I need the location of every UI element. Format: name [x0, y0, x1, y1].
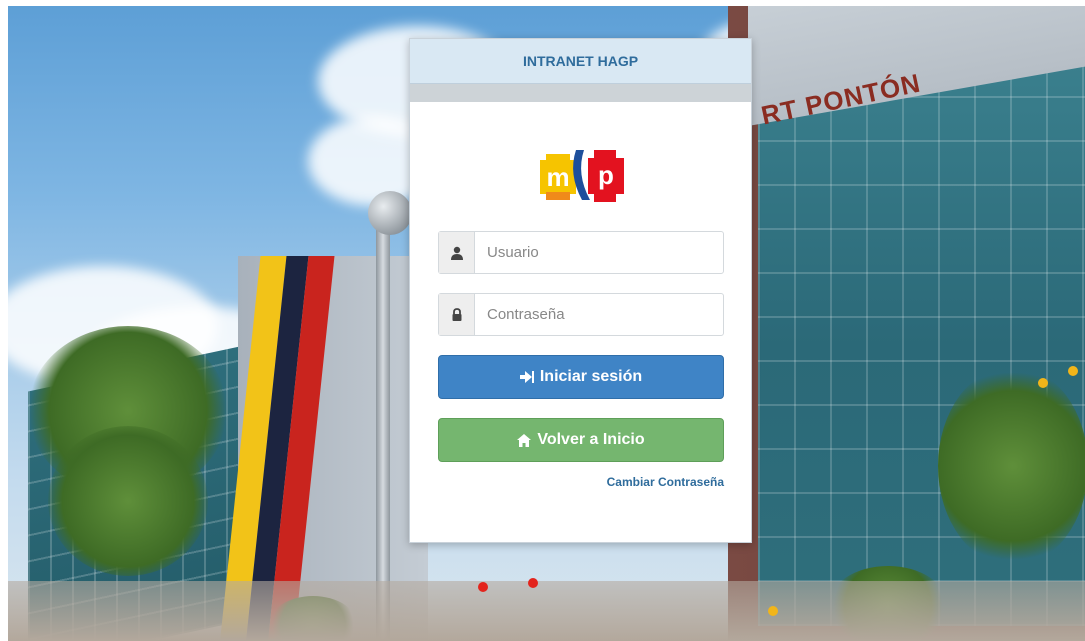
lamp-globe — [368, 191, 412, 235]
flower — [528, 578, 538, 588]
flower — [478, 582, 488, 592]
home-button-label: Volver a Inicio — [537, 431, 645, 448]
logo-red-bottom — [594, 192, 616, 202]
logo-letter-m: m — [546, 162, 569, 192]
login-button-label: Iniciar sesión — [539, 368, 643, 385]
logo-red-top — [594, 150, 616, 160]
login-panel: INTRANET HAGP m p Usuario Iniciar sesión… — [409, 38, 752, 543]
username-group — [438, 231, 724, 274]
logo-letter-p: p — [598, 160, 614, 190]
tree — [48, 426, 208, 576]
panel-title: INTRANET HAGP — [410, 39, 751, 84]
password-input[interactable] — [475, 294, 723, 335]
user-icon — [439, 232, 475, 273]
tree — [938, 366, 1085, 566]
panel-subheader-bar — [410, 84, 751, 102]
lock-icon — [439, 294, 475, 335]
logo-yellow-top — [546, 154, 570, 162]
ground — [8, 581, 1085, 641]
flower — [1038, 378, 1048, 388]
flower — [1068, 366, 1078, 376]
logo-orange-bottom — [546, 192, 570, 200]
flower — [768, 606, 778, 616]
home-button[interactable]: Volver a Inicio — [438, 418, 724, 462]
sign-in-icon — [519, 370, 534, 384]
login-button[interactable]: Iniciar sesión — [438, 355, 724, 399]
lamp-post — [376, 206, 390, 641]
password-group — [438, 293, 724, 336]
change-password-link[interactable]: Cambiar Contraseña — [607, 475, 724, 489]
home-icon — [517, 433, 532, 447]
username-input[interactable] — [475, 232, 723, 273]
msp-logo: m p — [540, 150, 624, 202]
